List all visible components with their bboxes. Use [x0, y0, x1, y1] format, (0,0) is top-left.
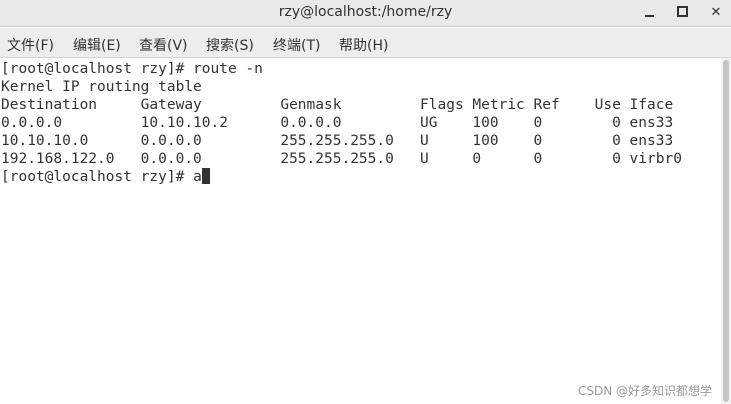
watermark: CSDN @好多知识都想学: [578, 384, 713, 398]
command-input[interactable]: a: [193, 169, 202, 185]
menu-terminal[interactable]: 终端(T): [273, 35, 320, 55]
menu-search[interactable]: 搜索(S): [206, 35, 254, 55]
window-title: rzy@localhost:/home/rzy: [278, 4, 453, 20]
window-titlebar[interactable]: rzy@localhost:/home/rzy ✕: [0, 0, 731, 27]
text-cursor: [201, 168, 210, 184]
scrollbar-thumb[interactable]: [723, 60, 729, 402]
close-button[interactable]: ✕: [706, 3, 726, 23]
terminal-line: 10.10.10.0 0.0.0.0 255.255.255.0 U 100 0…: [1, 133, 674, 149]
menu-help[interactable]: 帮助(H): [339, 35, 388, 55]
menu-edit[interactable]: 编辑(E): [73, 35, 121, 55]
menu-file[interactable]: 文件(F): [7, 35, 54, 55]
menu-bar: 文件(F) 编辑(E) 查看(V) 搜索(S) 终端(T) 帮助(H): [0, 28, 731, 58]
minimize-icon: [644, 14, 654, 17]
terminal-prompt-line[interactable]: [root@localhost rzy]# a: [1, 168, 210, 186]
maximize-icon: [676, 6, 688, 17]
close-icon: ✕: [710, 5, 722, 20]
terminal-scrollbar[interactable]: [721, 58, 731, 404]
menu-view[interactable]: 查看(V): [139, 35, 188, 55]
terminal-line: 192.168.122.0 0.0.0.0 255.255.255.0 U 0 …: [1, 151, 682, 167]
terminal-line: [root@localhost rzy]# route -n: [1, 61, 263, 77]
terminal-line: Kernel IP routing table: [1, 79, 202, 95]
minimize-button[interactable]: [639, 3, 659, 23]
maximize-button[interactable]: [672, 3, 692, 23]
terminal-output[interactable]: [root@localhost rzy]# route -n Kernel IP…: [0, 58, 721, 404]
terminal-line: Destination Gateway Genmask Flags Metric…: [1, 97, 674, 113]
terminal-line: 0.0.0.0 10.10.10.2 0.0.0.0 UG 100 0 0 en…: [1, 115, 674, 131]
shell-prompt: [root@localhost rzy]#: [1, 169, 194, 185]
